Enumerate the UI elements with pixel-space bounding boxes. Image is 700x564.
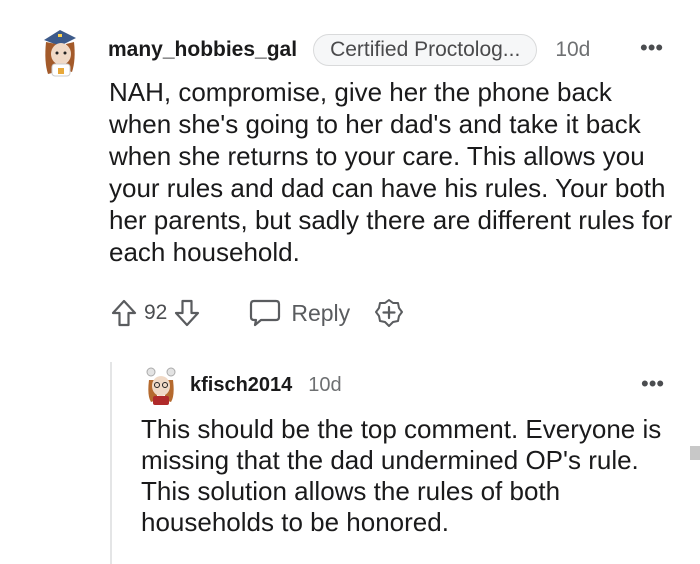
upvote-arrow-icon[interactable] [110,298,138,328]
reply-user-avatar[interactable] [143,366,179,406]
speech-bubble-icon [249,298,281,328]
reply-header: kfisch2014 10d [190,372,342,398]
thread-line[interactable] [110,362,112,564]
more-options-icon[interactable]: ••• [640,36,663,60]
user-flair: Certified Proctolog... [313,34,538,66]
reply-body: This should be the top comment. Everyone… [141,414,662,537]
reply-username-link[interactable]: kfisch2014 [190,374,292,397]
reply-button[interactable]: Reply [249,298,350,328]
comment-thread: many_hobbies_gal Certified Proctolog... … [0,0,700,564]
vote-score: 92 [144,301,168,324]
reply-timestamp[interactable]: 10d [308,374,341,397]
comment-header: many_hobbies_gal Certified Proctolog... … [108,34,590,66]
comment-actions: 92 Reply [110,296,404,330]
reply-more-options-icon[interactable]: ••• [641,372,664,396]
user-avatar[interactable] [38,26,82,78]
comment-timestamp[interactable]: 10d [555,38,590,62]
comment-body: NAH, compromise, give her the phone back… [109,77,673,267]
award-plus-icon[interactable] [374,298,404,328]
scrollbar-thumb[interactable] [690,446,700,460]
reply-label: Reply [291,299,351,326]
downvote-arrow-icon[interactable] [173,298,201,328]
username-link[interactable]: many_hobbies_gal [108,38,297,62]
